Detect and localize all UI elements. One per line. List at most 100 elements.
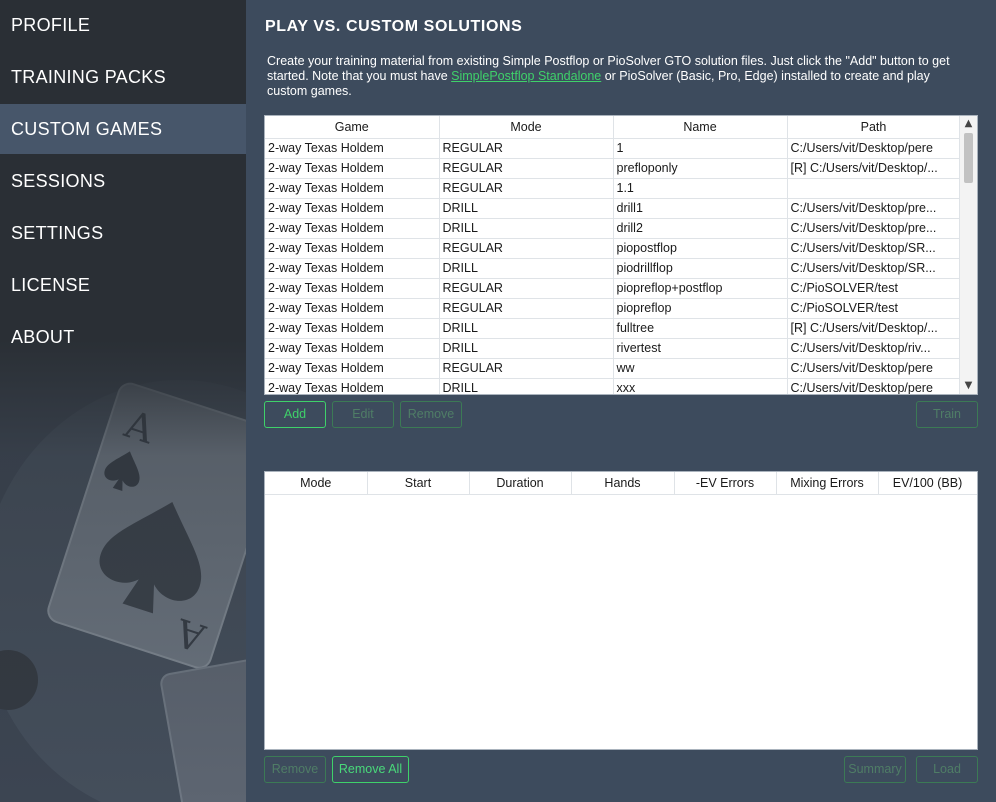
cell-name: 1.1 <box>613 178 788 199</box>
column-header-hands[interactable]: Hands <box>571 472 675 495</box>
cell-path: C:/Users/vit/Desktop/SR... <box>787 258 961 279</box>
cell-mode: REGULAR <box>439 278 614 299</box>
table-row[interactable]: 2-way Texas Holdem REGULAR piopostflop C:/U… <box>265 238 961 259</box>
cell-mode: DRILL <box>439 338 614 359</box>
column-header-path[interactable]: Path <box>787 116 961 139</box>
cell-path: [R] C:/Users/vit/Desktop/... <box>787 318 961 339</box>
scroll-down-arrow-icon[interactable]: ▼ <box>960 378 977 394</box>
cell-name: drill2 <box>613 218 788 239</box>
cell-name: piopostflop <box>613 238 788 259</box>
cell-game: 2-way Texas Holdem <box>265 238 440 259</box>
cell-path: C:/Users/vit/Desktop/pere <box>787 378 961 394</box>
cell-path: C:/PioSOLVER/test <box>787 278 961 299</box>
cell-mode: REGULAR <box>439 138 614 159</box>
cell-game: 2-way Texas Holdem <box>265 258 440 279</box>
table-row[interactable]: 2-way Texas Holdem REGULAR ww C:/Users/vit/… <box>265 358 961 379</box>
cell-mode: DRILL <box>439 258 614 279</box>
column-header-duration[interactable]: Duration <box>469 472 572 495</box>
column-header-ev-per-100[interactable]: EV/100 (BB) <box>878 472 977 495</box>
cell-name: piodrillflop <box>613 258 788 279</box>
cell-mode: DRILL <box>439 318 614 339</box>
cell-path: C:/Users/vit/Desktop/SR... <box>787 238 961 259</box>
sidebar-item-training-packs[interactable]: TRAINING PACKS <box>0 52 246 102</box>
cell-path: C:/Users/vit/Desktop/pre... <box>787 218 961 239</box>
column-header-mode[interactable]: Mode <box>265 472 368 495</box>
column-header-game[interactable]: Game <box>265 116 440 139</box>
scroll-up-arrow-icon[interactable]: ▲ <box>960 116 977 132</box>
cell-path: [R] C:/Users/vit/Desktop/... <box>787 158 961 179</box>
cell-name: prefloponly <box>613 158 788 179</box>
cell-name: drill1 <box>613 198 788 219</box>
table-row[interactable]: 2-way Texas Holdem REGULAR piopreflop C:/Pi… <box>265 298 961 319</box>
cell-mode: REGULAR <box>439 178 614 199</box>
remove-session-button[interactable]: Remove <box>264 756 326 783</box>
summary-button[interactable]: Summary <box>844 756 906 783</box>
cell-path: C:/Users/vit/Desktop/pre... <box>787 198 961 219</box>
cell-mode: DRILL <box>439 218 614 239</box>
table-row[interactable]: 2-way Texas Holdem DRILL piodrillflop C:/Us… <box>265 258 961 279</box>
load-button[interactable]: Load <box>916 756 978 783</box>
train-button[interactable]: Train <box>916 401 978 428</box>
cell-game: 2-way Texas Holdem <box>265 158 440 179</box>
cell-mode: REGULAR <box>439 358 614 379</box>
cell-game: 2-way Texas Holdem <box>265 218 440 239</box>
remove-all-button[interactable]: Remove All <box>332 756 409 783</box>
cell-mode: REGULAR <box>439 298 614 319</box>
table-row[interactable]: 2-way Texas Holdem REGULAR 1.1 <box>265 178 961 199</box>
table-row[interactable]: 2-way Texas Holdem REGULAR prefloponly [R] … <box>265 158 961 179</box>
cell-game: 2-way Texas Holdem <box>265 178 440 199</box>
cell-game: 2-way Texas Holdem <box>265 318 440 339</box>
cell-game: 2-way Texas Holdem <box>265 298 440 319</box>
cell-game: 2-way Texas Holdem <box>265 198 440 219</box>
sidebar-item-custom-games[interactable]: CUSTOM GAMES <box>0 104 246 154</box>
table-header-row: Mode Start Duration Hands -EV Errors Mix… <box>265 472 977 495</box>
cell-path: C:/PioSOLVER/test <box>787 298 961 319</box>
cell-mode: DRILL <box>439 378 614 394</box>
cell-name: fulltree <box>613 318 788 339</box>
column-header-start[interactable]: Start <box>367 472 470 495</box>
sidebar: A A PROFILE TRAINING PACKS CUSTOM GAMES … <box>0 0 246 802</box>
cell-name: 1 <box>613 138 788 159</box>
cell-game: 2-way Texas Holdem <box>265 378 440 394</box>
main-panel: PLAY VS. CUSTOM SOLUTIONS Create your tr… <box>246 0 996 802</box>
remove-all-label: Remove All <box>338 762 403 776</box>
sidebar-item-sessions[interactable]: SESSIONS <box>0 156 246 206</box>
column-header-mode[interactable]: Mode <box>439 116 614 139</box>
cell-mode: REGULAR <box>439 238 614 259</box>
sessions-table[interactable]: Mode Start Duration Hands -EV Errors Mix… <box>264 471 978 750</box>
table-row[interactable]: 2-way Texas Holdem DRILL drill2 C:/Users/vi… <box>265 218 961 239</box>
simplepostflop-standalone-link[interactable]: SimplePostflop Standalone <box>451 69 601 83</box>
table-header-row: Game Mode Name Path <box>265 116 961 139</box>
column-header-mixing-errors[interactable]: Mixing Errors <box>776 472 879 495</box>
column-header-name[interactable]: Name <box>613 116 788 139</box>
cell-path: C:/Users/vit/Desktop/pere <box>787 358 961 379</box>
table-row[interactable]: 2-way Texas Holdem DRILL fulltree [R] C:/Us… <box>265 318 961 339</box>
remove-game-button[interactable]: Remove <box>400 401 462 428</box>
sidebar-item-license[interactable]: LICENSE <box>0 260 246 310</box>
sidebar-item-about[interactable]: ABOUT <box>0 312 246 362</box>
cell-name: piopreflop+postflop <box>613 278 788 299</box>
cell-game: 2-way Texas Holdem <box>265 338 440 359</box>
add-button[interactable]: Add <box>264 401 326 428</box>
table-row[interactable]: 2-way Texas Holdem REGULAR 1 C:/Users/vit/D… <box>265 138 961 159</box>
cell-mode: DRILL <box>439 198 614 219</box>
games-table-scrollbar[interactable]: ▲ ▼ <box>959 116 977 394</box>
cell-name: piopreflop <box>613 298 788 319</box>
table-row[interactable]: 2-way Texas Holdem REGULAR piopreflop+post… <box>265 278 961 299</box>
cell-path: C:/Users/vit/Desktop/pere <box>787 138 961 159</box>
playing-cards-background-art: A A <box>0 340 246 802</box>
table-row[interactable]: 2-way Texas Holdem DRILL drill1 C:/Users/vi… <box>265 198 961 219</box>
scrollbar-thumb[interactable] <box>964 133 973 183</box>
edit-button[interactable]: Edit <box>332 401 394 428</box>
sidebar-item-settings[interactable]: SETTINGS <box>0 208 246 258</box>
cell-name: rivertest <box>613 338 788 359</box>
sidebar-item-profile[interactable]: PROFILE <box>0 0 246 50</box>
table-row[interactable]: 2-way Texas Holdem DRILL xxx C:/Users/vit/D… <box>265 378 961 394</box>
intro-text: Create your training material from exist… <box>267 54 972 99</box>
column-header-ev-errors[interactable]: -EV Errors <box>674 472 777 495</box>
cell-mode: REGULAR <box>439 158 614 179</box>
page-title: PLAY VS. CUSTOM SOLUTIONS <box>265 18 523 35</box>
cell-game: 2-way Texas Holdem <box>265 138 440 159</box>
table-row[interactable]: 2-way Texas Holdem DRILL rivertest C:/Users… <box>265 338 961 359</box>
custom-games-table[interactable]: Game Mode Name Path 2-way Texas Holdem RE… <box>264 115 978 395</box>
